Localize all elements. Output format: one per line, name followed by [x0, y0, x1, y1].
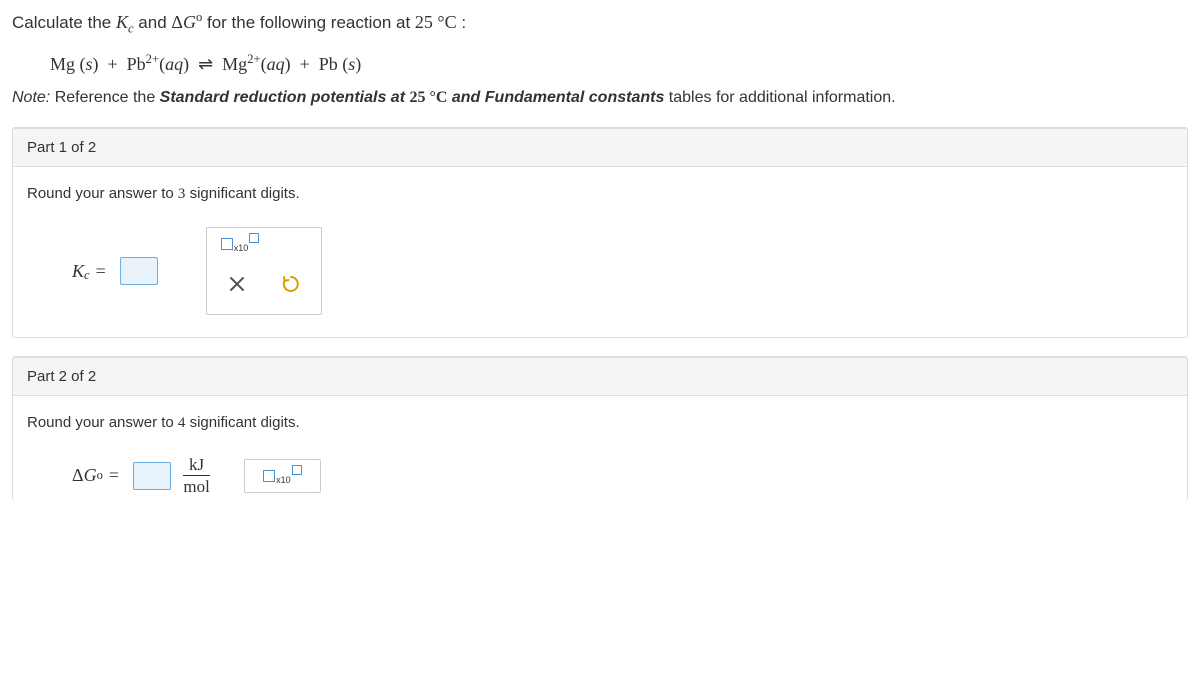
- unit-fraction: kJ mol: [183, 456, 210, 495]
- part-2-instruction: Round your answer to 4 significant digit…: [27, 414, 1173, 432]
- part-2-body: Round your answer to 4 significant digit…: [13, 396, 1187, 501]
- close-icon: [228, 275, 246, 293]
- part-1-header: Part 1 of 2: [13, 128, 1187, 167]
- part-2-toolbox: x10: [244, 459, 321, 493]
- sci-exp-box-icon-2: [292, 465, 302, 475]
- prompt-lead: Calculate the: [12, 13, 116, 32]
- part-1-answer-row: Kc = x10: [72, 227, 1173, 315]
- note-post: tables for additional information.: [669, 89, 896, 106]
- reset-button[interactable]: [267, 260, 315, 308]
- question-prompt: Calculate the Kc and ΔGo for the followi…: [12, 8, 1188, 38]
- tool-row-actions: [213, 260, 315, 308]
- kc-label: Kc =: [72, 261, 112, 282]
- part-2-answer-row: ΔGo = kJ mol x10: [72, 456, 1173, 495]
- delta-g-label: ΔGo =: [72, 465, 125, 486]
- reaction-equation: Mg (s) + Pb2+(aq) ⇌ Mg2+(aq) + Pb (s): [50, 52, 1188, 75]
- note-ref2: Fundamental constants: [485, 89, 665, 106]
- sci-x10-label: x10: [234, 243, 249, 253]
- sci-notation-button-2[interactable]: x10: [255, 466, 310, 486]
- note-and: and: [452, 89, 485, 106]
- prompt-and: and: [138, 13, 171, 32]
- sci-x10-label-2: x10: [276, 475, 291, 485]
- prompt-tail: for the following reaction at: [207, 13, 415, 32]
- note-ref1: Standard reduction potentials at: [160, 89, 410, 106]
- note-label: Note:: [12, 89, 50, 106]
- note-temp: 25 °C: [409, 89, 447, 106]
- part-1-container: Part 1 of 2 Round your answer to 3 signi…: [12, 127, 1188, 338]
- temperature: 25 °C: [415, 12, 457, 32]
- clear-button[interactable]: [213, 260, 261, 308]
- delta-g-symbol: ΔGo: [171, 12, 202, 32]
- reference-note: Note: Reference the Standard reduction p…: [12, 89, 1188, 107]
- part-2-header: Part 2 of 2: [13, 357, 1187, 396]
- tool-row-sci: x10: [213, 234, 315, 254]
- sci-notation-button[interactable]: x10: [213, 234, 268, 254]
- sci-base-box-icon: [221, 238, 233, 250]
- kc-symbol: Kc: [116, 12, 134, 32]
- prompt-colon: :: [461, 13, 466, 32]
- part-1-instruction: Round your answer to 3 significant digit…: [27, 185, 1173, 203]
- delta-g-input[interactable]: [133, 462, 171, 490]
- part-1-toolbox: x10: [206, 227, 322, 315]
- unit-mol: mol: [183, 476, 209, 495]
- undo-icon: [281, 274, 301, 294]
- sci-base-box-icon-2: [263, 470, 275, 482]
- kc-input[interactable]: [120, 257, 158, 285]
- part-2-container: Part 2 of 2 Round your answer to 4 signi…: [12, 356, 1188, 501]
- unit-kj: kJ: [183, 456, 210, 476]
- note-pre: Reference the: [55, 89, 160, 106]
- part-1-body: Round your answer to 3 significant digit…: [13, 167, 1187, 337]
- sci-exp-box-icon: [249, 233, 259, 243]
